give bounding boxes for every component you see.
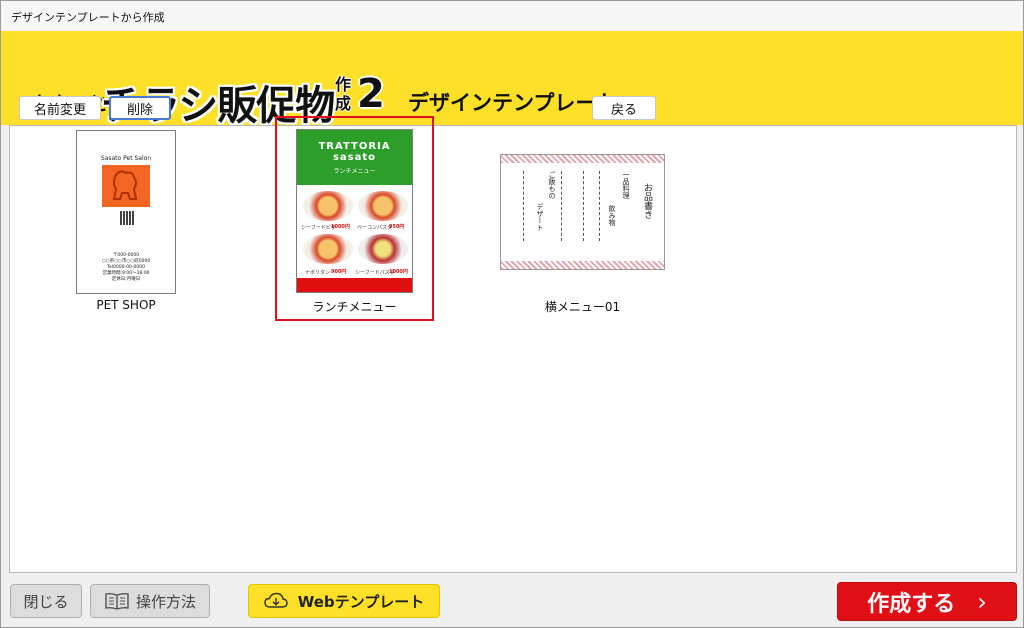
thumb-pattern-band: [501, 261, 664, 269]
food-photo: [303, 191, 353, 221]
rename-button[interactable]: 名前変更: [19, 96, 101, 120]
template-thumbnail[interactable]: TRATTORIA sasato ランチメニュー シーフードピザ 1000円 ベ…: [296, 129, 413, 293]
thumb-address: 〒000-0000 ○○県○○市○○町0000 Tel0000-00-0000 …: [101, 253, 151, 282]
qr-code-icon: [120, 211, 134, 225]
thumb-divider: [583, 171, 584, 241]
thumb-section: デザート: [536, 203, 544, 231]
food-photo: [358, 191, 408, 221]
thumb-price: 900円: [331, 269, 347, 275]
food-photo: [303, 234, 353, 264]
cloud-download-icon: [264, 592, 288, 608]
thumb-price: 1000円: [331, 224, 350, 230]
thumb-pattern-band: [501, 155, 664, 163]
thumb-title: お品書き: [642, 183, 652, 219]
food-photo: [358, 234, 408, 264]
template-caption: ランチメニュー: [312, 300, 397, 314]
thumb-item-name: ベーコンパスタ: [357, 225, 393, 231]
dog-icon: [112, 170, 138, 200]
manual-label: 操作方法: [135, 592, 196, 611]
page-heading: デザインテンプレート: [408, 91, 618, 115]
template-caption: PET SHOP: [96, 298, 156, 312]
web-template-button[interactable]: Webテンプレート: [248, 584, 440, 618]
web-template-label: Webテンプレート: [297, 592, 425, 611]
thumb-section: ご飯もの: [548, 171, 556, 199]
book-icon: [105, 592, 129, 610]
create-label: 作成する: [867, 591, 956, 617]
thumb-divider: [599, 171, 600, 241]
window-title: デザインテンプレートから作成: [11, 11, 165, 24]
thumb-footer-band: [297, 278, 412, 292]
template-thumbnail[interactable]: お品書き 一品料理 飲み物 ご飯もの デザート: [500, 154, 665, 270]
thumb-divider: [523, 171, 524, 241]
dialog-window: デザインテンプレートから作成 ささっと チラシ販促物 作成 2 デザインテンプレ…: [0, 0, 1024, 628]
chevron-right-icon: ›: [977, 587, 987, 616]
delete-button[interactable]: 削除: [109, 96, 171, 120]
thumb-subtitle: ランチメニュー: [333, 168, 376, 175]
thumb-price: 950円: [389, 224, 405, 230]
template-caption: 横メニュー01: [544, 300, 621, 314]
close-button[interactable]: 閉じる: [10, 584, 82, 618]
manual-button[interactable]: 操作方法: [90, 584, 210, 618]
thumb-item-name: ナポリタン: [305, 270, 331, 276]
thumb-divider: [561, 171, 562, 241]
thumb-title: Sasato Pet Salon: [100, 155, 152, 162]
back-button[interactable]: 戻る: [592, 96, 656, 120]
logo-sub-text: 作成: [335, 75, 352, 113]
logo-number: 2: [357, 71, 385, 117]
thumb-section: 飲み物: [608, 205, 616, 226]
template-thumbnail[interactable]: Sasato Pet Salon 〒000-0000 ○○県○○市○○町0000…: [76, 130, 176, 294]
title-bar: デザインテンプレートから作成: [1, 1, 1023, 31]
create-button[interactable]: 作成する ›: [837, 582, 1017, 621]
thumb-title: TRATTORIA sasato: [318, 141, 391, 163]
template-list: Sasato Pet Salon 〒000-0000 ○○県○○市○○町0000…: [9, 116, 1017, 573]
dog-logo-image: [102, 165, 150, 207]
thumb-price: 1000円: [389, 269, 408, 275]
thumb-section: 一品料理: [622, 171, 630, 199]
